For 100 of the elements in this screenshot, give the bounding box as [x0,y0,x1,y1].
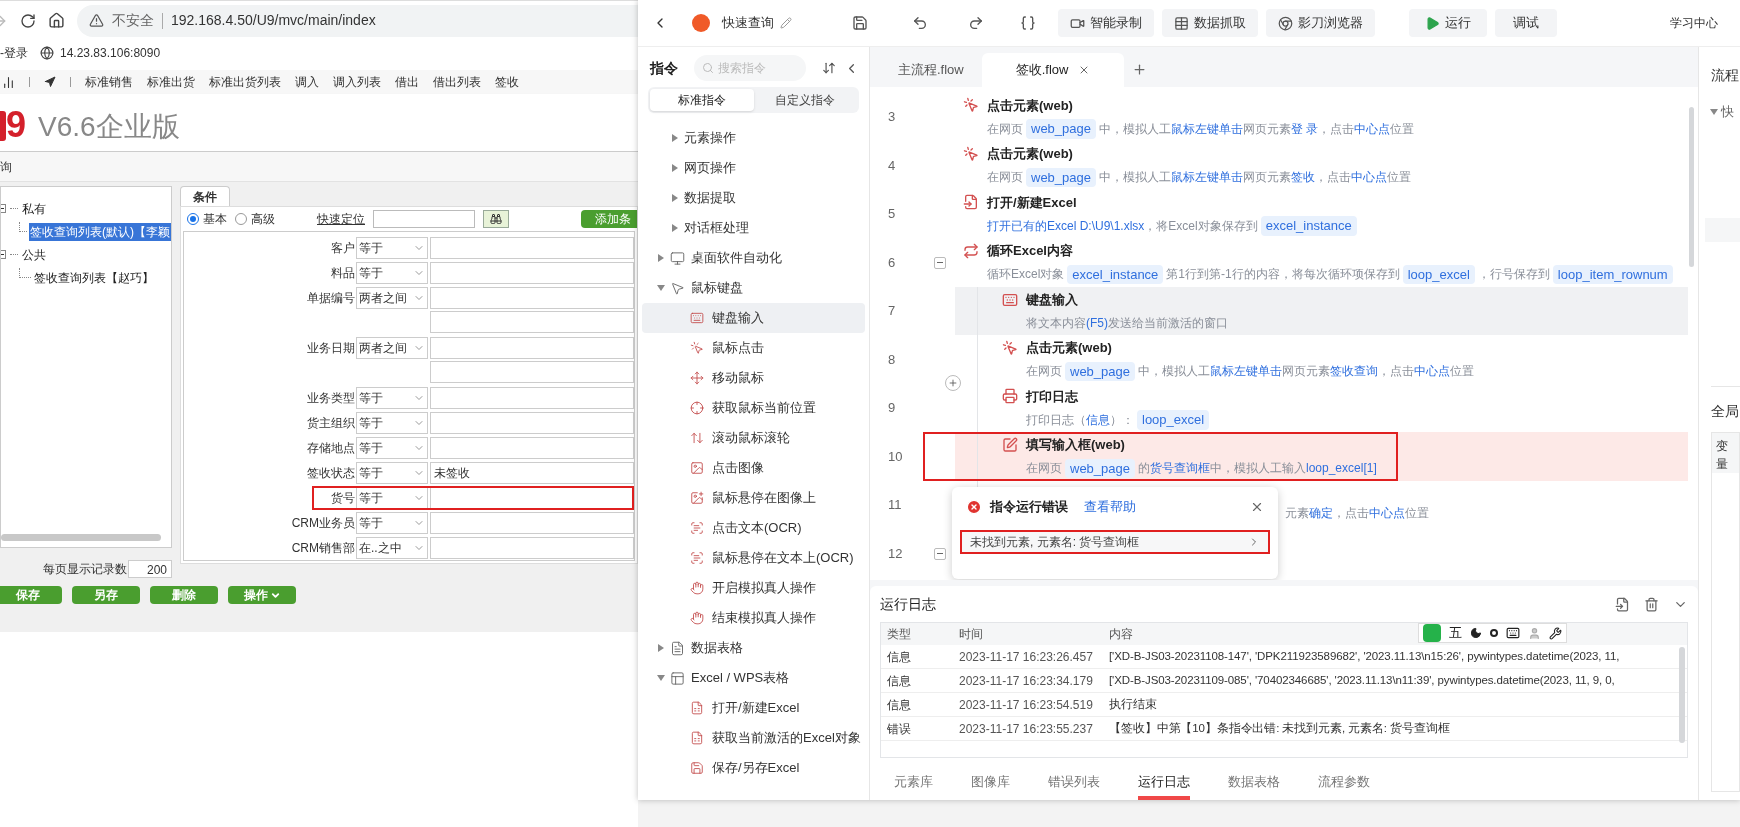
step-row[interactable]: 点击元素(web) 在网页 web_page 中，模拟人工鼠标左键单击网页元素签收，点击中心点位置 [955,141,1688,190]
panel-tab[interactable]: 流程参数 [1318,768,1370,800]
command-group[interactable]: 桌面软件自动化 [638,243,869,273]
add-step-button[interactable] [945,374,961,391]
condition-field[interactable] [430,537,634,559]
command-group[interactable]: 数据提取 [638,183,869,213]
condition-field[interactable] [430,387,634,409]
learning-center-link[interactable]: 学习中心 [1670,14,1718,32]
moon-icon[interactable] [1470,627,1482,639]
toolbar-button[interactable]: 数据抓取 [1162,9,1258,37]
input-mode[interactable]: 五 [1449,623,1462,643]
toolbar-button[interactable]: 影刀浏览器 [1266,9,1375,37]
toolbar-button[interactable]: 调试 [1495,9,1557,37]
delete-icon[interactable] [1644,596,1659,612]
scrollbar[interactable] [1,534,161,541]
panel-tab[interactable]: 运行日志 [1138,768,1190,800]
edit-icon[interactable] [780,17,792,29]
menu-item[interactable]: 标准销售 [85,73,133,91]
command-group[interactable]: 网页操作 [638,153,869,183]
wrench-icon[interactable] [1549,626,1562,640]
redo-icon[interactable] [968,15,984,31]
keyboard-icon[interactable] [1506,626,1520,640]
command-item[interactable]: 结束模拟真人操作 [642,603,865,633]
help-link[interactable]: 查看帮助 [1084,496,1136,517]
operator-dropdown[interactable]: 等于 [356,512,428,534]
condition-field[interactable] [430,437,634,459]
command-group[interactable]: 元素操作 [638,123,869,153]
bookmark[interactable]: 14.23.83.106:8090 [60,44,161,62]
page-size-field[interactable]: 200 [128,560,172,578]
condition-field[interactable] [430,237,634,259]
operator-dropdown[interactable]: 等于 [356,412,428,434]
condition-field[interactable] [430,287,634,309]
scrollbar[interactable] [1689,106,1694,267]
operator-dropdown[interactable]: 等于 [356,437,428,459]
save-icon[interactable] [852,15,868,31]
condition-field[interactable] [430,412,634,434]
operator-dropdown[interactable]: 等于 [356,487,428,509]
tree-node[interactable]: 签收查询列表【赵巧】 [33,268,155,287]
command-item[interactable]: 鼠标悬停在图像上 [642,483,865,513]
bookmark[interactable]: -登录 [0,44,28,62]
command-item[interactable]: 移动鼠标 [642,363,865,393]
step-row[interactable]: 键盘输入 将文本内容(F5)发送给当前激活的窗口 [955,286,1688,336]
operator-dropdown[interactable]: 等于 [356,387,428,409]
condition-tab[interactable]: 条件 [180,186,230,206]
tree-node[interactable]: 快 [1721,102,1734,122]
error-message-item[interactable]: 未找到元素, 元素名: 货号查询框 [960,530,1270,555]
scrollbar[interactable] [1679,647,1685,743]
file-tab[interactable]: 签收.flow [981,52,1125,87]
command-item[interactable]: 保存/另存Excel [642,753,865,783]
operator-dropdown[interactable]: 在..之中 [356,537,428,559]
reload-icon[interactable] [20,12,36,29]
variables-icon[interactable] [1020,15,1036,31]
menu-item[interactable]: 标准出货 [147,73,195,91]
tree-node[interactable]: 签收查询列表(默认)【李颖 [29,222,171,241]
command-item[interactable]: 点击文本(OCR) [642,513,865,543]
menu-item[interactable]: 调入 [295,73,319,91]
step-row[interactable]: 填写输入框(web) 在网页 web_page 的货号查询框中，模拟人工输入loop_excel[1] [955,432,1688,481]
menu-item[interactable]: 签收 [495,73,519,91]
undo-icon[interactable] [912,15,928,31]
triangle-icon[interactable] [672,164,678,172]
triangle-icon[interactable] [658,254,664,262]
toolbar-button[interactable]: 智能录制 [1058,9,1154,37]
triangle-icon[interactable] [672,194,678,202]
command-item[interactable]: 获取鼠标当前位置 [642,393,865,423]
triangle-icon[interactable] [658,644,664,652]
command-item[interactable]: 滚动鼠标滚轮 [642,423,865,453]
export-icon[interactable] [1615,596,1630,612]
condition-field[interactable] [430,361,634,383]
file-tab[interactable]: 主流程.flow [880,52,982,87]
toolbar-button[interactable]: 运行 [1409,9,1487,37]
triangle-icon[interactable] [657,675,665,681]
command-item[interactable]: 鼠标点击 [642,333,865,363]
collapse-icon[interactable] [934,547,946,560]
panel-tab[interactable]: 图像库 [971,768,1010,800]
command-item[interactable]: 鼠标悬停在文本上(OCR) [642,543,865,573]
operator-dropdown[interactable]: 等于 [356,462,428,484]
step-row[interactable]: 点击元素(web) 在网页 web_page 中，模拟人工鼠标左键单击网页元素签收查询，点击中心点位置 [955,335,1688,384]
operator-dropdown[interactable]: 两者之间 [356,337,428,359]
condition-field[interactable] [430,262,634,284]
condition-field[interactable] [430,311,634,333]
step-row[interactable]: 打印日志 打印日志（信息）： loop_excel [955,383,1688,433]
menu-item[interactable]: 调入列表 [333,73,381,91]
panel-tab[interactable]: 数据表格 [1228,768,1280,800]
command-item[interactable]: 键盘输入 [642,303,865,333]
menu-item[interactable]: 借出列表 [433,73,481,91]
step-row[interactable]: 循环Excel内容 循环Excel对象 excel_instance 第1行到第-1行的内容，将每次循环项保存到 loop_excel ，行号保存到 loop_item_rownum [955,238,1688,287]
quick-locate-link[interactable]: 快速定位 [317,210,365,228]
triangle-icon[interactable] [672,134,678,142]
home-icon[interactable] [48,12,65,29]
address-bar[interactable]: 不安全 192.168.4.50/U9/mvc/main/index [77,4,638,37]
segment-tab[interactable]: 标准指令 [650,89,754,111]
tree-node[interactable]: 私有 [22,199,46,218]
menu-item[interactable]: 借出 [395,73,419,91]
command-group[interactable]: 数据表格 [638,633,869,663]
sort-icon[interactable] [822,61,836,75]
panel-tab[interactable]: 元素库 [894,768,933,800]
condition-field[interactable]: 未签收 [430,462,634,484]
triangle-icon[interactable] [672,224,678,232]
triangle-icon[interactable] [1710,108,1718,115]
add-tab-icon[interactable] [1132,61,1148,77]
